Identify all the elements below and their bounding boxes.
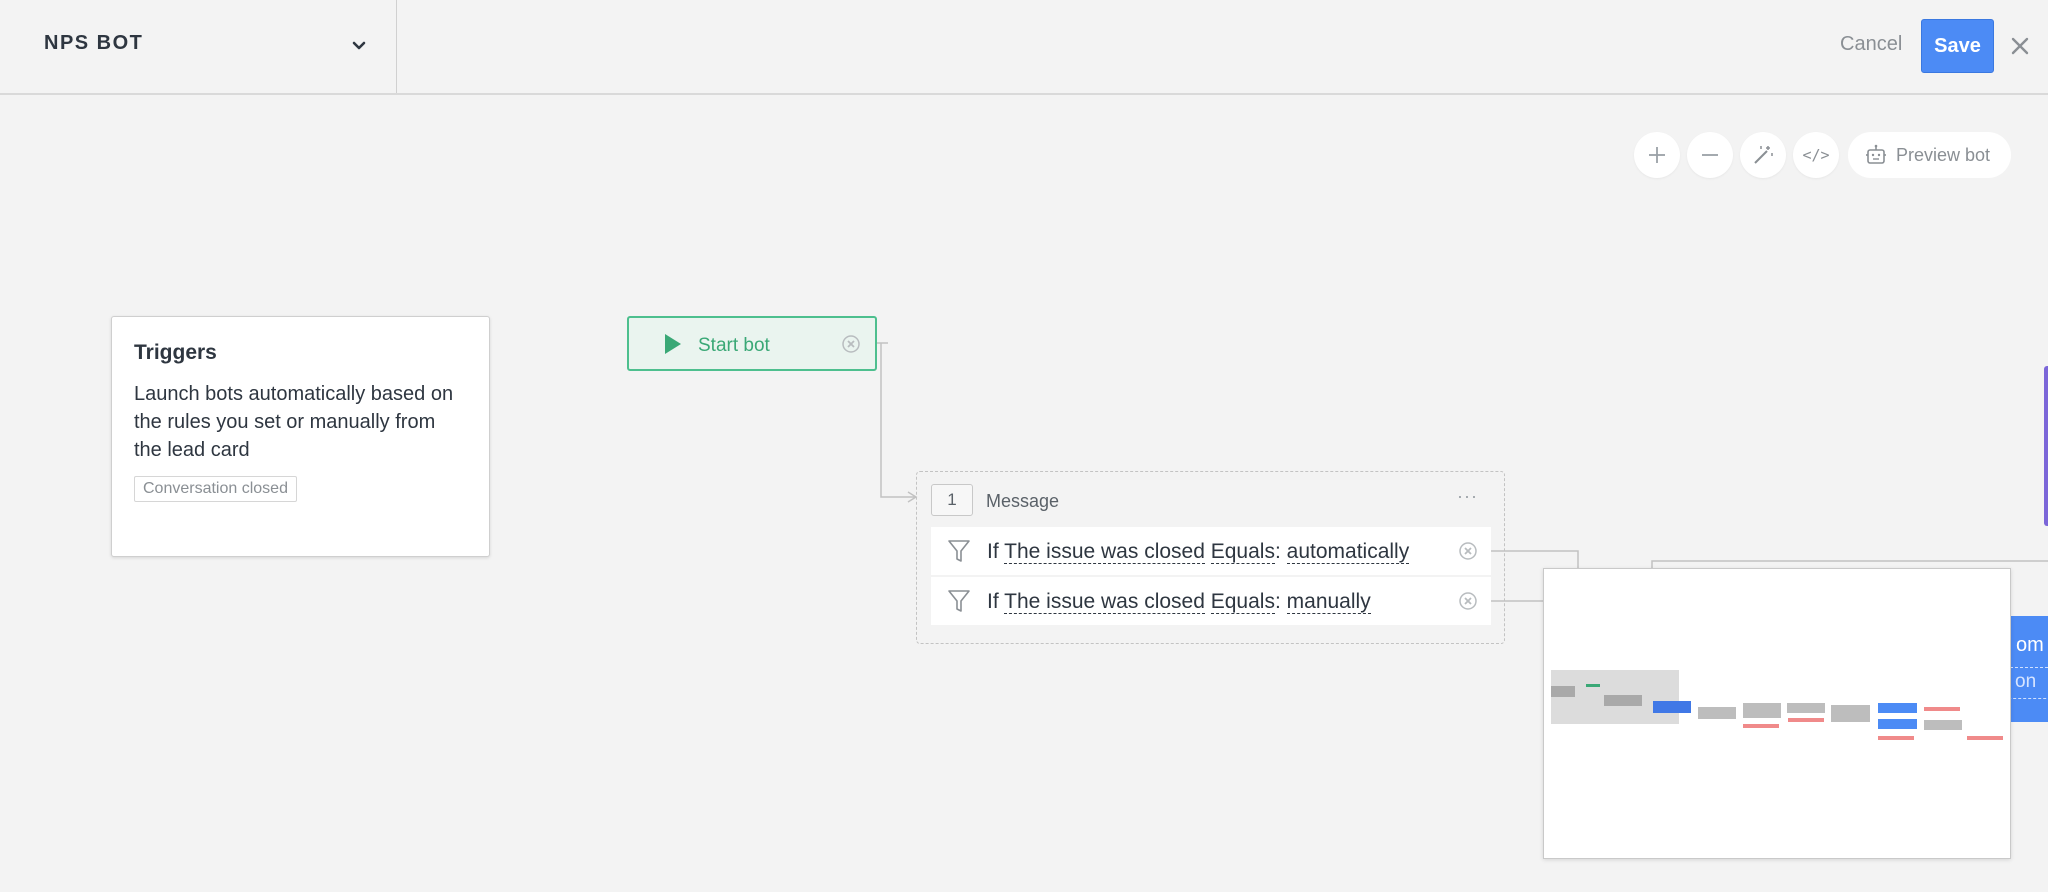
filter-icon <box>948 590 970 612</box>
minimap-node <box>1924 720 1962 730</box>
triggers-description: Launch bots automatically based on the r… <box>134 383 454 461</box>
minimap-node <box>1878 703 1917 713</box>
condition-value[interactable]: manually <box>1286 590 1371 614</box>
minimap-node <box>1924 707 1960 711</box>
condition-prefix: If <box>987 540 999 563</box>
filter-icon <box>948 540 970 562</box>
condition-row[interactable]: If The issue was closed Equals: manually <box>931 577 1491 625</box>
next-step-title: om 1 <box>2016 634 2048 656</box>
condition-field[interactable]: The issue was closed <box>1004 590 1205 614</box>
minimap-node <box>1551 686 1575 697</box>
condition-operator[interactable]: Equals <box>1210 590 1275 614</box>
minimap-node <box>1698 707 1736 719</box>
minimap-node <box>1788 718 1824 722</box>
condition-operator[interactable]: Equals <box>1210 540 1275 564</box>
triggers-title: Triggers <box>134 341 217 364</box>
side-panel-edge[interactable] <box>2044 366 2048 526</box>
condition-text: If The issue was closed Equals: manually <box>987 590 1371 614</box>
step-label: Message <box>986 491 1060 511</box>
remove-condition-icon[interactable] <box>1458 541 1478 561</box>
minimap-node <box>1743 724 1779 728</box>
minimap-node <box>1787 703 1825 713</box>
condition-separator: : <box>1274 540 1281 563</box>
minimap-node <box>1586 684 1600 687</box>
message-step[interactable]: 1 Message ··· If The issue was closed Eq… <box>916 471 1505 644</box>
minimap[interactable] <box>1543 568 2011 859</box>
minimap-node <box>1967 736 2003 740</box>
condition-value[interactable]: automatically <box>1286 540 1410 564</box>
condition-field[interactable]: The issue was closed <box>1004 540 1205 564</box>
condition-text: If The issue was closed Equals: automati… <box>987 540 1410 564</box>
step-menu-icon[interactable]: ··· <box>1457 486 1478 507</box>
remove-icon[interactable] <box>841 334 861 354</box>
remove-condition-icon[interactable] <box>1458 591 1478 611</box>
minimap-node <box>1743 703 1781 718</box>
minimap-node <box>1604 695 1642 706</box>
minimap-canvas <box>1551 670 2003 740</box>
minimap-node <box>1831 705 1870 722</box>
start-bot-label: Start bot <box>698 335 770 356</box>
minimap-node <box>1653 701 1691 713</box>
minimap-node <box>1878 736 1914 740</box>
play-icon <box>665 334 681 354</box>
step-number: 1 <box>931 484 973 516</box>
condition-prefix: If <box>987 590 999 613</box>
condition-separator: : <box>1274 590 1281 613</box>
minimap-node <box>1878 719 1917 729</box>
start-bot-node[interactable]: Start bot <box>627 316 877 371</box>
condition-row[interactable]: If The issue was closed Equals: automati… <box>931 527 1491 575</box>
trigger-tag[interactable]: Conversation closed <box>134 476 297 502</box>
triggers-card[interactable]: Triggers Launch bots automatically based… <box>111 316 490 557</box>
